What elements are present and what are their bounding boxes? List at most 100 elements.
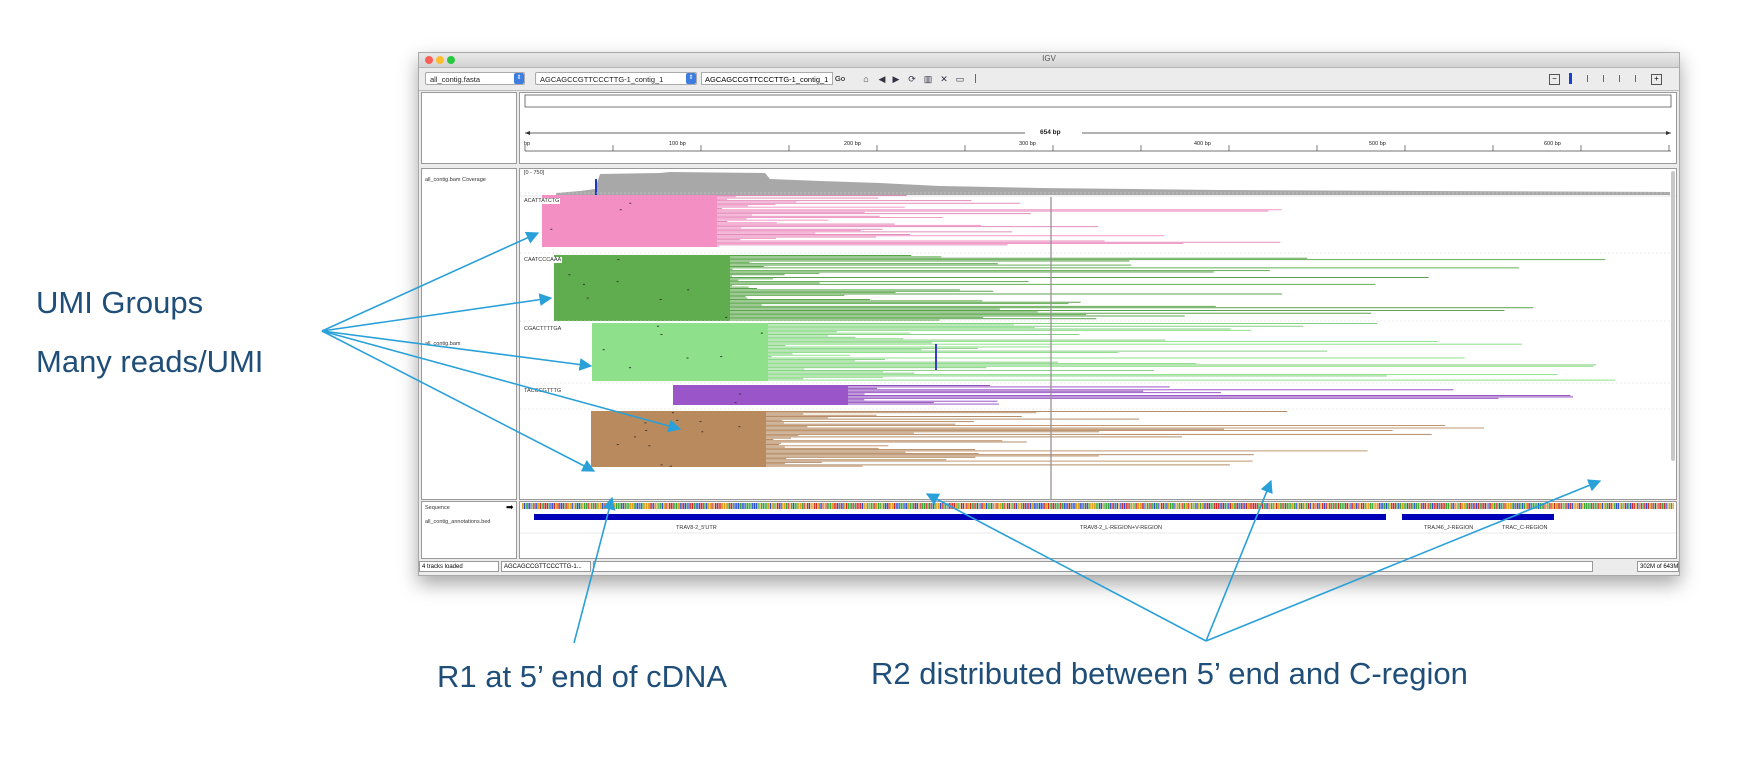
sequence-base: [870, 503, 872, 509]
sequence-base: [1537, 503, 1540, 509]
sequence-base: [699, 503, 701, 509]
sequence-base: [1249, 503, 1251, 509]
sequence-base: [706, 503, 708, 509]
feature-label: TRAC_C-REGION: [1502, 525, 1548, 531]
home-icon[interactable]: ⌂: [860, 73, 872, 85]
sequence-base: [718, 503, 720, 509]
sequence-base: [660, 503, 662, 509]
coverage-histogram: [556, 172, 1670, 195]
sequence-base: [1047, 503, 1049, 509]
sequence-base: [1314, 503, 1317, 509]
r2-read: [730, 257, 1308, 259]
sequence-base: [937, 503, 940, 509]
strand-arrow-icon[interactable]: ➡: [506, 502, 514, 513]
chromosome-ideogram: [524, 94, 1672, 108]
sequence-base: [1518, 503, 1520, 509]
sequence-base: [1164, 503, 1166, 509]
sequence-base: [861, 503, 864, 509]
genome-dropdown[interactable]: all_contig.fasta ⇕: [425, 72, 525, 85]
sequence-base: [1242, 503, 1244, 509]
sequence-base: [946, 503, 949, 509]
annotation-track-name[interactable]: all_contig_annotations.bed: [425, 519, 490, 525]
sequence-base: [546, 503, 549, 509]
sequence-base: [904, 503, 906, 509]
sequence-base: [1665, 503, 1667, 509]
sequence-base: [1403, 503, 1405, 509]
zoom-slider-thumb[interactable]: [1569, 73, 1572, 84]
r2-read: [768, 356, 772, 358]
sequence-base: [601, 503, 603, 509]
feature-bar-jc[interactable]: [1402, 514, 1554, 520]
umi-group-4[interactable]: [520, 382, 1676, 405]
sequence-base: [1122, 503, 1124, 509]
sequence-track-name[interactable]: Sequence: [425, 505, 450, 511]
popup-text-icon[interactable]: ▭: [954, 73, 966, 85]
sequence-base: [1299, 503, 1301, 509]
sequence-base: [1276, 503, 1278, 509]
zoom-tick: [1603, 75, 1604, 82]
umi-group-3[interactable]: [520, 320, 1676, 381]
sequence-base: [1141, 503, 1143, 509]
locus-input[interactable]: AGCAGCCGTTCCCTTG-1_contig_1: [701, 72, 833, 85]
umi-group-5[interactable]: [520, 408, 1676, 467]
sequence-base: [1530, 503, 1533, 509]
sequence-base: [911, 503, 913, 509]
ruler-tick-label: 600 bp: [1544, 141, 1561, 147]
sequence-base: [1453, 503, 1455, 509]
umi-group-label: ACATTATCTG: [523, 198, 561, 204]
sequence-base: [1507, 503, 1510, 509]
sequence-base: [1550, 503, 1552, 509]
sequence-base: [1318, 503, 1320, 509]
sequence-base: [1325, 503, 1327, 509]
umi-group-1[interactable]: [520, 192, 1676, 247]
zoom-in-icon[interactable]: +: [1651, 74, 1662, 85]
sequence-base: [1067, 503, 1069, 509]
sequence-base: [550, 503, 552, 509]
sequence-base: [642, 503, 644, 509]
sequence-base: [1136, 503, 1138, 509]
sequence-base: [557, 503, 559, 509]
forward-icon[interactable]: ▶: [890, 73, 902, 85]
sequence-base: [539, 503, 541, 509]
r2-read: [730, 297, 748, 299]
sequence-base: [992, 503, 995, 509]
roi-icon[interactable]: ▥: [922, 73, 934, 85]
sequence-base: [638, 503, 641, 509]
sequence-base: [640, 503, 642, 509]
sequence-base: [1185, 503, 1188, 509]
feature-bar-v[interactable]: [534, 514, 1386, 520]
close-icon[interactable]: ✕: [938, 73, 950, 85]
sequence-base: [1145, 503, 1147, 509]
sequence-base: [776, 503, 779, 509]
sequence-base: [936, 503, 938, 509]
go-button[interactable]: Go: [835, 72, 845, 85]
sequence-base: [1286, 503, 1288, 509]
r2-read: [768, 329, 1252, 331]
umi-group-2[interactable]: [520, 252, 1676, 321]
sequence-base: [523, 503, 526, 509]
mismatch-base: [568, 274, 571, 276]
sequence-base: [1330, 503, 1333, 509]
back-icon[interactable]: ◀: [876, 73, 888, 85]
refresh-icon[interactable]: ⟳: [906, 73, 918, 85]
bam-track-name[interactable]: all_contig.bam: [425, 341, 460, 347]
r2-read: [717, 236, 877, 238]
sequence-base: [1104, 503, 1106, 509]
sequence-base: [739, 503, 742, 509]
sequence-base: [1001, 503, 1003, 509]
r2-read: [730, 270, 1270, 272]
sequence-base: [1405, 503, 1407, 509]
sequence-base: [1049, 503, 1051, 509]
sequence-base: [930, 503, 933, 509]
coverage-track-name[interactable]: all_contig.bam Coverage: [425, 177, 486, 183]
chromosome-dropdown[interactable]: AGCAGCCGTTCCCTTG-1_contig_1 ⇕: [535, 72, 697, 85]
sequence-base: [1435, 503, 1437, 509]
sequence-base: [1160, 503, 1163, 509]
zoom-out-icon[interactable]: −: [1549, 74, 1560, 85]
sequence-base: [525, 503, 527, 509]
sequence-base: [1288, 503, 1290, 509]
sequence-base: [791, 503, 793, 509]
r2-read: [717, 200, 972, 202]
sequence-base: [849, 503, 851, 509]
vertical-scrollbar[interactable]: [1671, 171, 1675, 461]
